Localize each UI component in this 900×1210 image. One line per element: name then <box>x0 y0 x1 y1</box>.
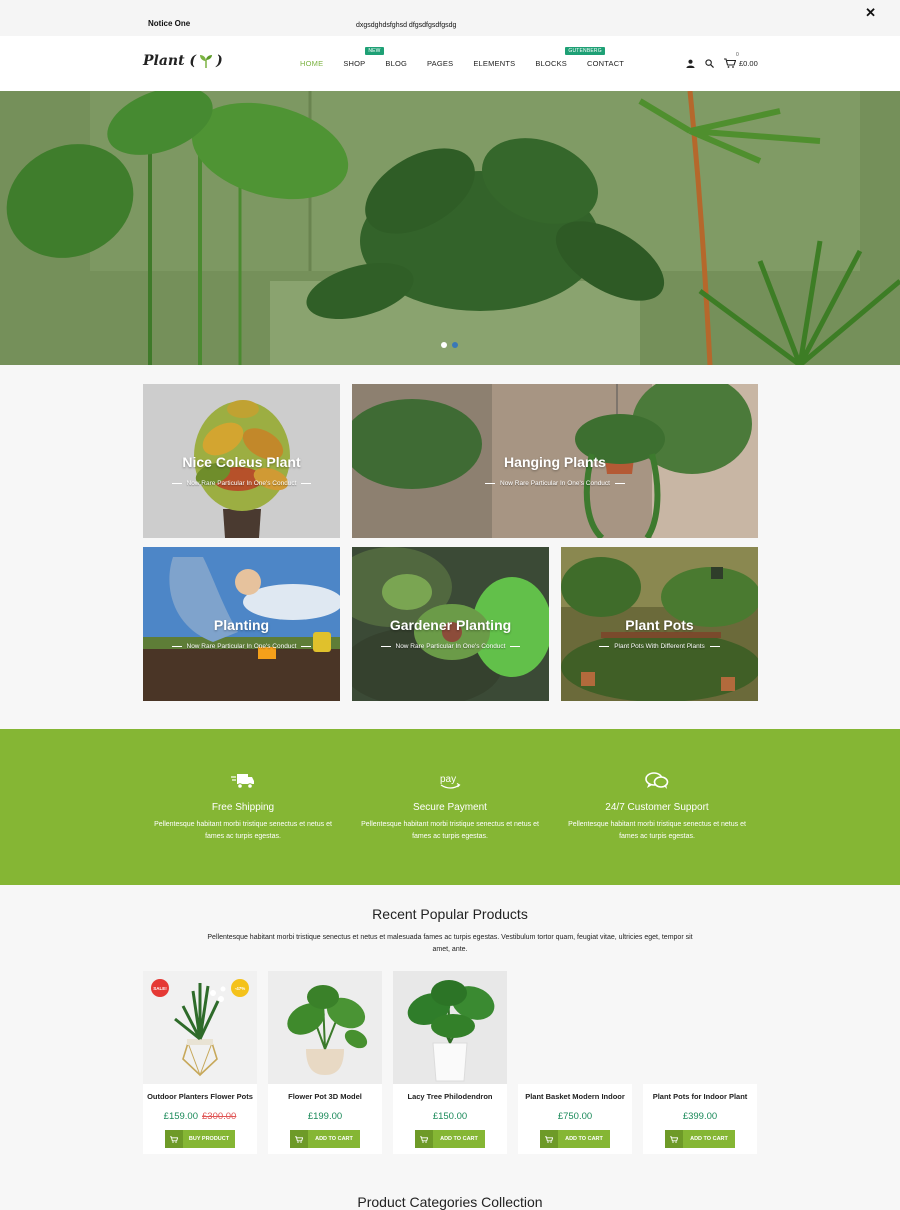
product-image[interactable] <box>393 971 507 1084</box>
feature-desc: Pellentesque habitant morbi tristique se… <box>568 821 746 840</box>
slider-dots <box>441 342 458 348</box>
notice-bar: Notice One dxgsdghdsfghsd dfgsdfgsdfgsdg… <box>0 0 900 36</box>
tile-subtitle: Plant Pots With Different Plants <box>561 643 758 650</box>
feature-title: Secure Payment <box>413 802 487 813</box>
tile-title: Hanging Plants <box>504 454 606 470</box>
user-icon[interactable] <box>686 59 695 68</box>
notice-text: dxgsdghdsfghsd dfgsdfgsdfgsdg <box>356 22 457 29</box>
product-price: £750.00 <box>557 1111 593 1122</box>
next-section-title: Product Categories Collection <box>357 1194 543 1210</box>
product-card[interactable]: Plant Pots for Indoor Plant £399.00 ADD … <box>643 1084 757 1154</box>
cart-total: £0.00 <box>739 58 758 68</box>
product-name[interactable]: Plant Pots for Indoor Plant <box>643 1092 757 1101</box>
feature-desc: Pellentesque habitant morbi tristique se… <box>154 821 332 840</box>
cart-button[interactable]: 0 £0.00 <box>724 52 758 68</box>
feature-shipping: Free Shipping Pellentesque habitant morb… <box>148 769 338 843</box>
category-tile[interactable]: Planting Now Rare Particular In One's Co… <box>143 547 340 701</box>
old-price: £300.00 <box>202 1111 237 1122</box>
nav-blocks[interactable]: GUTENBERG BLOCKS <box>535 47 605 68</box>
product-card[interactable]: Plant Basket Modern Indoor £750.00 ADD T… <box>518 1084 632 1154</box>
product-price: £199.00 <box>307 1111 343 1122</box>
search-icon[interactable] <box>705 58 714 68</box>
category-tile[interactable]: Plant Pots Plant Pots With Different Pla… <box>561 547 758 701</box>
gutenberg-badge: GUTENBERG <box>565 47 605 55</box>
truck-icon <box>148 769 338 793</box>
logo-text: Plant ( <box>143 53 197 69</box>
cart-icon <box>165 1130 183 1148</box>
site-logo[interactable]: Plant ( ) <box>143 53 223 69</box>
category-tile[interactable]: Nice Coleus Plant Now Rare Particular In… <box>143 384 340 538</box>
tile-title: Planting <box>213 617 270 633</box>
section-desc: Pellentesque habitant morbi tristique se… <box>207 934 693 953</box>
add-to-cart-button[interactable]: ADD TO CART <box>540 1130 610 1148</box>
feature-title: 24/7 Customer Support <box>605 802 709 813</box>
cart-icon <box>724 58 736 68</box>
cart-icon <box>415 1130 433 1148</box>
section-title: Recent Popular Products <box>372 906 528 922</box>
site-header: Plant ( ) HOME NEW SHOP BLOG PAGES ELEMEN… <box>0 36 900 91</box>
hero-image <box>0 91 900 365</box>
feature-title: Free Shipping <box>211 802 275 813</box>
cart-icon <box>540 1130 558 1148</box>
feature-support: 24/7 Customer Support Pellentesque habit… <box>562 769 752 843</box>
product-card[interactable]: SALE! -47% Outdoor Planters Flower Pots … <box>143 971 257 1154</box>
product-price: £159.00 £300.00 <box>163 1111 237 1122</box>
tile-subtitle: Now Rare Particular In One's Conduct <box>352 480 758 487</box>
product-name[interactable]: Plant Basket Modern Indoor <box>518 1092 632 1101</box>
main-nav: HOME NEW SHOP BLOG PAGES ELEMENTS GUTENBE… <box>300 47 644 68</box>
add-to-cart-button[interactable]: ADD TO CART <box>415 1130 485 1148</box>
slider-dot[interactable] <box>452 342 458 348</box>
nav-elements[interactable]: ELEMENTS <box>473 59 515 68</box>
features-band: Free Shipping Pellentesque habitant morb… <box>0 729 900 885</box>
nav-blog[interactable]: BLOG <box>385 59 407 68</box>
cart-icon <box>290 1130 308 1148</box>
discount-badge: -47% <box>231 979 249 997</box>
feature-payment: pay Secure Payment Pellentesque habitant… <box>355 769 545 843</box>
new-badge: NEW <box>365 47 384 55</box>
product-name[interactable]: Outdoor Planters Flower Pots <box>143 1092 257 1101</box>
tile-title: Nice Coleus Plant <box>182 454 301 470</box>
product-price: £150.00 <box>432 1111 468 1122</box>
logo-suffix: ) <box>216 53 223 69</box>
buy-product-button[interactable]: BUY PRODUCT <box>165 1130 235 1148</box>
product-name[interactable]: Flower Pot 3D Model <box>268 1092 382 1101</box>
category-tile[interactable]: Hanging Plants Now Rare Particular In On… <box>352 384 758 538</box>
pay-icon: pay <box>355 769 545 793</box>
tile-title: Gardener Planting <box>389 617 512 633</box>
header-actions: 0 £0.00 <box>686 52 758 68</box>
nav-shop[interactable]: NEW SHOP <box>343 47 384 68</box>
slider-dot[interactable] <box>441 342 447 348</box>
tile-subtitle: Now Rare Particular In One's Conduct <box>352 643 549 650</box>
cart-icon <box>665 1130 683 1148</box>
nav-home[interactable]: HOME <box>300 59 323 68</box>
product-card[interactable]: Lacy Tree Philodendron £150.00 ADD TO CA… <box>393 971 507 1154</box>
tile-subtitle: Now Rare Particular In One's Conduct <box>143 480 340 487</box>
close-icon[interactable]: ✕ <box>865 5 876 21</box>
notice-title: Notice One <box>148 19 191 28</box>
sprout-icon <box>200 55 213 68</box>
chat-icon <box>562 769 752 793</box>
category-tile[interactable]: Gardener Planting Now Rare Particular In… <box>352 547 549 701</box>
cart-count: 0 <box>736 52 739 58</box>
product-card[interactable]: Flower Pot 3D Model £199.00 ADD TO CART <box>268 971 382 1154</box>
product-price: £399.00 <box>682 1111 718 1122</box>
nav-pages[interactable]: PAGES <box>427 59 453 68</box>
svg-text:pay: pay <box>440 774 456 785</box>
nav-contact[interactable]: CONTACT <box>587 59 624 68</box>
hero-slider <box>0 91 900 365</box>
sale-badge: SALE! <box>151 979 169 997</box>
product-name[interactable]: Lacy Tree Philodendron <box>393 1092 507 1101</box>
add-to-cart-button[interactable]: ADD TO CART <box>665 1130 735 1148</box>
product-image[interactable] <box>268 971 382 1084</box>
feature-desc: Pellentesque habitant morbi tristique se… <box>361 821 539 840</box>
add-to-cart-button[interactable]: ADD TO CART <box>290 1130 360 1148</box>
tile-subtitle: Now Rare Particular In One's Conduct <box>143 643 340 650</box>
tile-title: Plant Pots <box>625 617 694 633</box>
